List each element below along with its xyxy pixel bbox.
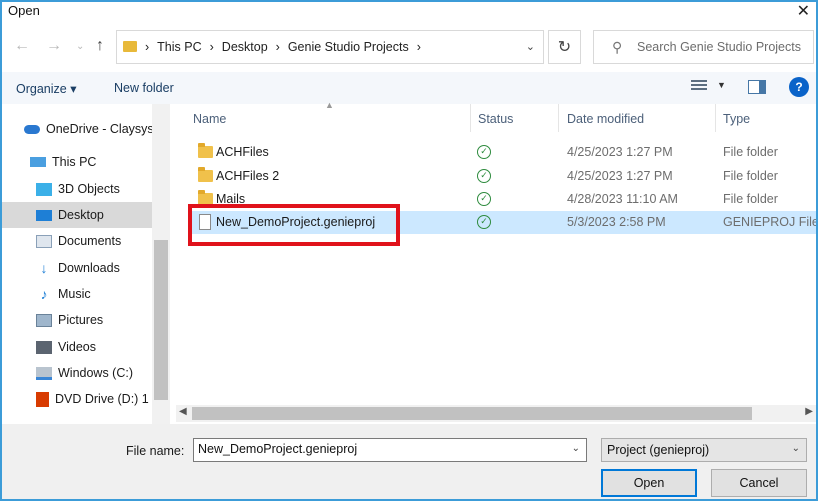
column-header-date-modified[interactable]: Date modified	[567, 112, 644, 126]
sync-status-ok-icon: ✓	[477, 169, 491, 183]
address-bar[interactable]: › This PC › Desktop › Genie Studio Proje…	[116, 30, 544, 64]
cube-icon	[36, 182, 52, 196]
desktop-icon	[36, 209, 52, 221]
scroll-right-icon[interactable]: ▶	[805, 406, 813, 417]
scroll-left-icon[interactable]: ◀	[179, 406, 187, 417]
sidebar-item-pictures[interactable]: Pictures	[2, 307, 152, 333]
close-icon[interactable]: ✕	[797, 2, 810, 21]
sidebar-item-videos[interactable]: Videos	[2, 334, 152, 360]
breadcrumb-separator-icon: ›	[145, 40, 150, 54]
horizontal-scrollbar[interactable]: ◀ ▶	[176, 405, 816, 422]
sidebar-item-downloads[interactable]: ↓ Downloads	[2, 255, 152, 281]
help-icon[interactable]: ?	[789, 77, 809, 97]
title-bar: Open ✕	[2, 2, 816, 22]
refresh-button[interactable]: ↻	[548, 30, 581, 64]
search-box[interactable]: ⚲ Search Genie Studio Projects	[593, 30, 814, 64]
column-divider[interactable]	[558, 104, 559, 132]
sidebar-item-music[interactable]: ♪ Music	[2, 281, 152, 307]
documents-icon	[36, 234, 52, 248]
download-icon: ↓	[40, 259, 48, 276]
column-divider[interactable]	[715, 104, 716, 132]
window-title: Open	[8, 3, 40, 18]
cancel-button[interactable]: Cancel	[711, 469, 807, 497]
column-divider[interactable]	[470, 104, 471, 132]
preview-pane-icon[interactable]	[748, 80, 766, 94]
sidebar-item-windows-c[interactable]: Windows (C:)	[2, 360, 152, 386]
file-type-value: Project (genieproj)	[607, 443, 710, 457]
back-arrow-icon[interactable]: ←	[14, 37, 30, 55]
breadcrumb-genie-studio-projects[interactable]: Genie Studio Projects	[288, 40, 409, 54]
drive-icon	[36, 366, 52, 380]
cloud-icon	[24, 124, 40, 134]
column-header-type[interactable]: Type	[723, 112, 750, 126]
file-type-select[interactable]: Project (genieproj) ⌄	[601, 438, 807, 462]
file-list: ▲ Name Status Date modified Type ACHFile…	[170, 100, 816, 424]
file-name-label: File name:	[126, 444, 185, 458]
open-dialog: Open ✕ ← → ⌄ ↑ › This PC › Desktop › Gen…	[0, 0, 818, 501]
dialog-footer: File name: ⌄ Project (genieproj) ⌄ Open …	[2, 424, 816, 499]
file-name-field[interactable]	[198, 442, 558, 456]
column-header-name[interactable]: Name	[193, 112, 226, 126]
sidebar-item-dvd-drive[interactable]: DVD Drive (D:) 1	[2, 386, 152, 412]
sidebar-item-desktop[interactable]: Desktop	[2, 202, 152, 228]
view-details-icon[interactable]	[691, 80, 707, 94]
videos-icon	[36, 340, 52, 354]
forward-arrow-icon[interactable]: →	[46, 37, 62, 55]
chevron-down-icon: ⌄	[791, 443, 800, 454]
open-button[interactable]: Open	[601, 469, 697, 497]
breadcrumb-desktop[interactable]: Desktop	[222, 40, 268, 54]
navigation-scrollbar[interactable]	[152, 104, 170, 424]
breadcrumb-separator-icon: ›	[275, 40, 280, 54]
music-icon: ♪	[40, 285, 48, 302]
breadcrumb: › This PC › Desktop › Genie Studio Proje…	[145, 40, 429, 54]
pictures-icon	[36, 313, 52, 327]
sidebar-item-onedrive[interactable]: OneDrive - Claysys	[2, 116, 152, 142]
sort-ascending-icon: ▲	[325, 100, 334, 110]
file-name-combobox[interactable]: ⌄	[193, 438, 587, 462]
search-input[interactable]: Search Genie Studio Projects	[637, 40, 801, 54]
navigation-pane: OneDrive - Claysys This PC 3D Objects De…	[2, 104, 170, 424]
folder-icon	[198, 143, 213, 158]
search-icon: ⚲	[612, 39, 623, 55]
annotation-highlight-box	[188, 204, 400, 246]
breadcrumb-separator-icon: ›	[209, 40, 214, 54]
sidebar-item-3d-objects[interactable]: 3D Objects	[2, 176, 152, 202]
refresh-icon: ↻	[557, 39, 572, 56]
sync-status-ok-icon: ✓	[477, 192, 491, 206]
sync-status-ok-icon: ✓	[477, 145, 491, 159]
new-folder-button[interactable]: New folder	[114, 81, 174, 95]
breadcrumb-this-pc[interactable]: This PC	[157, 40, 201, 54]
column-headers: ▲ Name Status Date modified Type	[170, 100, 816, 132]
folder-icon	[198, 167, 213, 182]
computer-icon	[30, 157, 46, 167]
sync-status-ok-icon: ✓	[477, 215, 491, 229]
organize-button[interactable]: Organize ▾	[16, 81, 76, 96]
file-row-achfiles-2[interactable]: ACHFiles 2 ✓ 4/25/2023 1:27 PM File fold…	[188, 165, 816, 188]
chevron-down-icon[interactable]: ⌄	[572, 443, 580, 454]
up-arrow-icon[interactable]: ↑	[96, 37, 104, 55]
scrollbar-thumb[interactable]	[192, 407, 752, 420]
folder-icon	[123, 41, 137, 52]
sidebar-item-this-pc[interactable]: This PC	[2, 149, 152, 175]
breadcrumb-separator-icon: ›	[416, 40, 421, 54]
dvd-icon	[36, 391, 49, 407]
chevron-down-icon[interactable]: ⌄	[526, 40, 535, 53]
file-row-achfiles[interactable]: ACHFiles ✓ 4/25/2023 1:27 PM File folder	[188, 141, 816, 164]
view-dropdown-icon[interactable]: ▼	[717, 80, 726, 90]
sidebar-item-documents[interactable]: Documents	[2, 228, 152, 254]
command-bar: Organize ▾ New folder ▼ ?	[2, 72, 816, 104]
scrollbar-thumb[interactable]	[154, 240, 168, 400]
recent-locations-icon[interactable]: ⌄	[76, 41, 84, 52]
column-header-status[interactable]: Status	[478, 112, 513, 126]
